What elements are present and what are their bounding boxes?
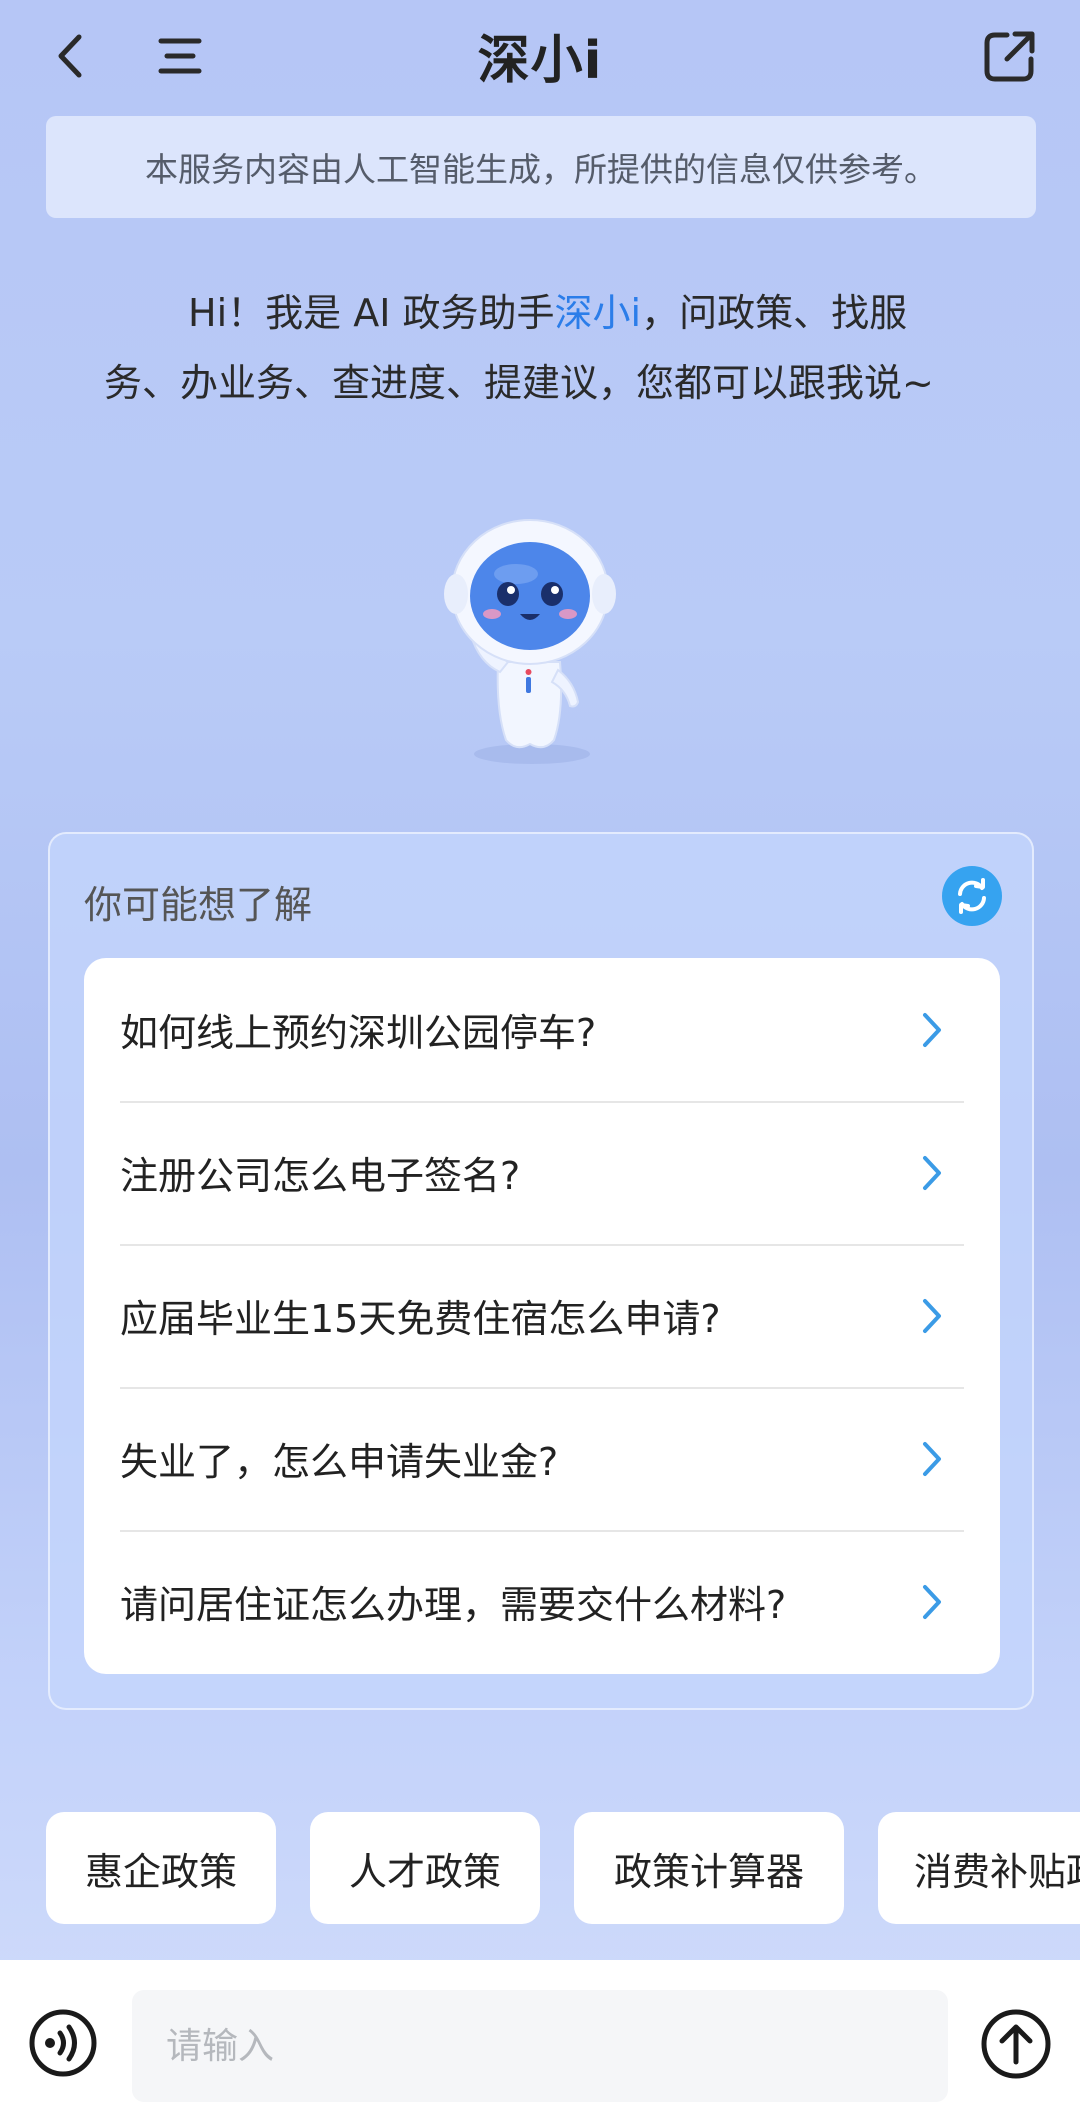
suggestion-item-label: 失业了，怎么申请失业金? bbox=[120, 1440, 559, 1484]
suggestion-panel: 你可能想了解 如何线上预约深圳公园停车? 注册公司怎么电子签名? 应届毕业生15… bbox=[48, 832, 1034, 1710]
assistant-name: 深小i bbox=[554, 291, 642, 335]
top-bar: 深小i bbox=[0, 0, 1080, 112]
chip-policy-calculator[interactable]: 政策计算器 bbox=[574, 1812, 844, 1924]
send-button[interactable] bbox=[980, 2008, 1052, 2080]
refresh-suggestions-button[interactable] bbox=[942, 866, 1002, 926]
page-title: 深小i bbox=[477, 31, 603, 91]
chat-input-bar bbox=[0, 1960, 1080, 2123]
suggestion-item-label: 注册公司怎么电子签名? bbox=[120, 1154, 521, 1198]
suggestion-list: 如何线上预约深圳公园停车? 注册公司怎么电子签名? 应届毕业生15天免费住宿怎么… bbox=[84, 958, 1000, 1674]
suggestion-item[interactable]: 应届毕业生15天免费住宿怎么申请? bbox=[84, 1244, 1000, 1387]
greeting-prefix: Hi！我是 AI 政务助手 bbox=[188, 291, 555, 335]
chevron-right-icon bbox=[923, 1155, 941, 1190]
chip-consumption-subsidy[interactable]: 消费补贴政策 bbox=[878, 1812, 1080, 1924]
suggestion-panel-title: 你可能想了解 bbox=[84, 883, 313, 927]
voice-icon bbox=[29, 2009, 97, 2077]
suggestion-item-label: 应届毕业生15天免费住宿怎么申请? bbox=[120, 1297, 721, 1341]
suggestion-item[interactable]: 请问居住证怎么办理，需要交什么材料? bbox=[84, 1530, 1000, 1673]
share-icon bbox=[984, 31, 1035, 82]
robot-mascot-illustration bbox=[444, 519, 616, 764]
chevron-right-icon bbox=[923, 1012, 941, 1047]
chat-input[interactable] bbox=[132, 1990, 948, 2102]
voice-input-button[interactable] bbox=[28, 2008, 98, 2078]
chevron-right-icon bbox=[923, 1441, 941, 1476]
chevron-right-icon bbox=[923, 1298, 941, 1333]
suggestion-item[interactable]: 注册公司怎么电子签名? bbox=[84, 1101, 1000, 1244]
send-arrow-icon bbox=[981, 2009, 1051, 2079]
chip-talent-policy[interactable]: 人才政策 bbox=[310, 1812, 540, 1924]
suggestion-item[interactable]: 失业了，怎么申请失业金? bbox=[84, 1387, 1000, 1530]
suggestion-item-label: 请问居住证怎么办理，需要交什么材料? bbox=[120, 1583, 787, 1627]
suggestion-item[interactable]: 如何线上预约深圳公园停车? bbox=[84, 958, 1000, 1101]
greeting-message: Hi！我是 AI 政务助手深小i，问政策、找服务、办业务、查进度、提建议，您都可… bbox=[104, 278, 964, 418]
ai-disclaimer-notice: 本服务内容由人工智能生成，所提供的信息仅供参考。 bbox=[46, 116, 1036, 218]
refresh-icon bbox=[958, 878, 986, 914]
quick-topic-chips: 惠企政策 人才政策 政策计算器 消费补贴政策 bbox=[0, 1812, 1080, 1928]
share-button[interactable] bbox=[975, 18, 1045, 94]
chevron-right-icon bbox=[923, 1584, 941, 1619]
chip-enterprise-policy[interactable]: 惠企政策 bbox=[46, 1812, 276, 1924]
suggestion-item-label: 如何线上预约深圳公园停车? bbox=[120, 1011, 597, 1055]
